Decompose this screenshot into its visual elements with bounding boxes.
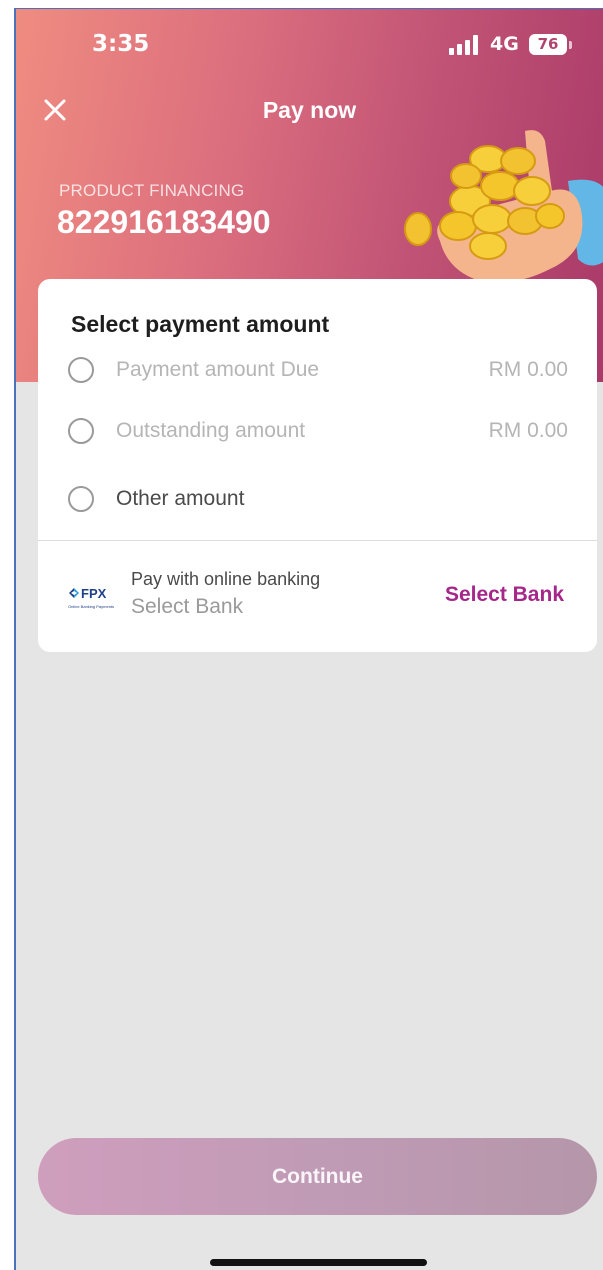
home-indicator — [210, 1259, 427, 1266]
battery-icon: 76 — [529, 34, 567, 55]
radio-button[interactable] — [68, 418, 94, 444]
status-bar: 3:35 4G 76 — [16, 9, 603, 79]
page-title: Pay now — [262, 97, 357, 123]
selected-bank-value: Select Bank — [131, 595, 244, 618]
product-number: 822916183490 — [57, 204, 271, 240]
fpx-logo: FPX Online Banking Payments — [68, 586, 114, 609]
select-bank-link[interactable]: Select Bank — [445, 583, 564, 607]
svg-text:FPX: FPX — [81, 586, 107, 601]
option-label: Payment amount Due — [116, 358, 320, 381]
payment-section-title: Select payment amount — [71, 311, 330, 337]
payment-card: Select payment amount Payment amount Due… — [38, 279, 597, 652]
signal-icon — [449, 35, 479, 55]
product-label: PRODUCT FINANCING — [59, 181, 245, 200]
coins-illustration — [404, 130, 603, 283]
option-outstanding-amount[interactable]: Outstanding amount RM 0.00 — [68, 412, 568, 452]
phone-screen: 3:35 4G 76 Pay now PRODUCT FINANCING 822… — [14, 8, 603, 1270]
battery-tip — [569, 41, 572, 49]
option-label: Outstanding amount — [116, 419, 306, 442]
continue-button[interactable]: Continue — [38, 1138, 597, 1215]
pay-method-label: Pay with online banking — [131, 569, 321, 589]
option-label: Other amount — [116, 487, 245, 510]
option-payment-amount-due[interactable]: Payment amount Due RM 0.00 — [68, 351, 568, 391]
divider — [38, 540, 597, 541]
option-other-amount[interactable]: Other amount — [68, 480, 568, 520]
svg-text:Online Banking Payments: Online Banking Payments — [68, 604, 114, 609]
network-label: 4G — [490, 33, 519, 55]
status-time: 3:35 — [92, 31, 150, 57]
radio-button[interactable] — [68, 486, 94, 512]
radio-button[interactable] — [68, 357, 94, 383]
option-amount: RM 0.00 — [488, 419, 568, 442]
option-amount: RM 0.00 — [488, 358, 568, 381]
